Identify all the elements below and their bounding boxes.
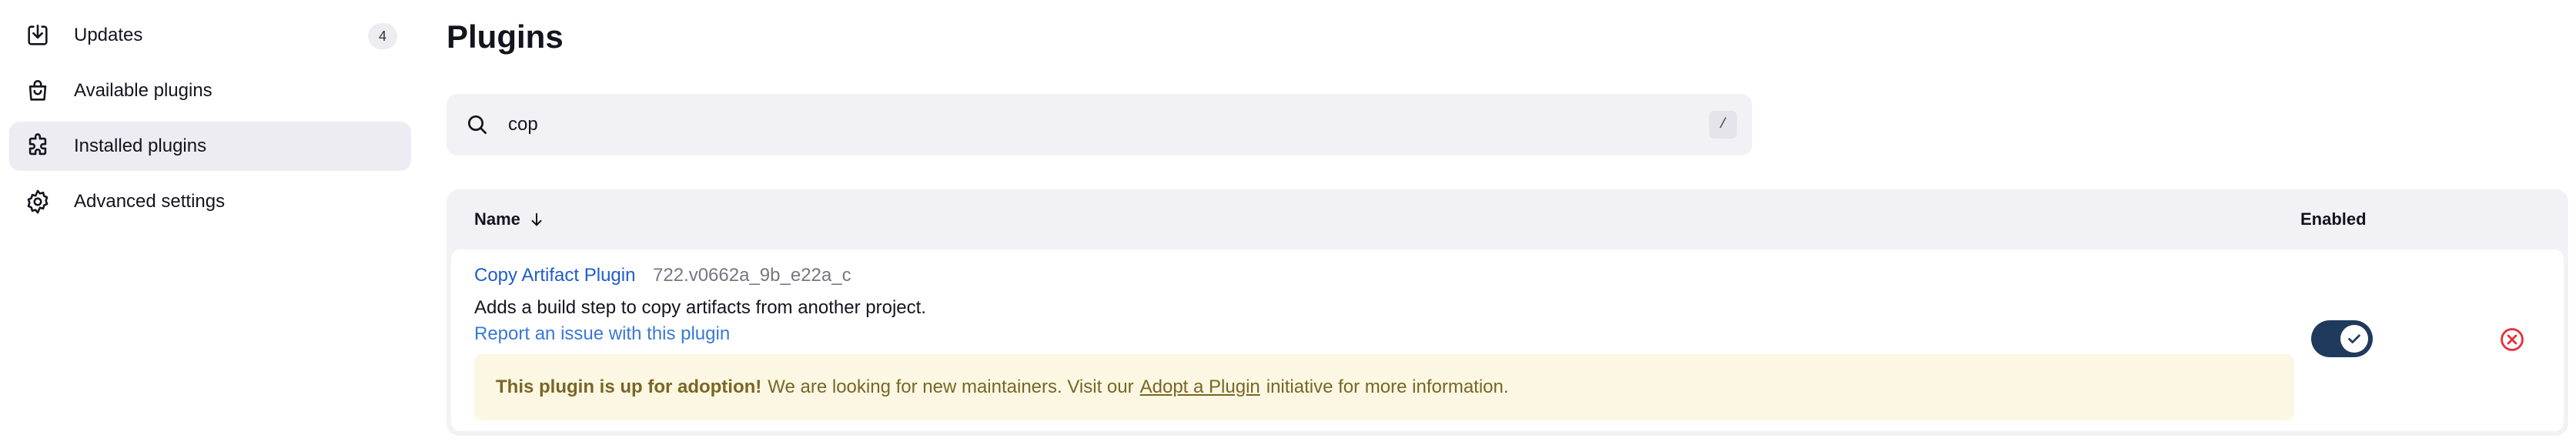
column-header-name[interactable]: Name — [474, 209, 545, 229]
sidebar-item-advanced-settings[interactable]: Advanced settings — [9, 177, 411, 226]
column-header-name-label: Name — [474, 209, 520, 229]
plugin-name-link[interactable]: Copy Artifact Plugin — [474, 265, 635, 286]
sidebar-item-installed-plugins[interactable]: Installed plugins — [9, 122, 411, 171]
download-icon — [25, 22, 51, 49]
sidebar-item-label: Updates — [74, 25, 143, 45]
installed-plugins-table: Name Enabled Copy Artifact Plugin 722.v0… — [447, 189, 2568, 436]
shopping-bag-icon — [25, 78, 51, 104]
adoption-notice-heading: This plugin is up for adoption! — [496, 376, 762, 397]
toggle-knob — [2340, 325, 2368, 353]
adopt-a-plugin-link[interactable]: Adopt a Plugin — [1140, 376, 1260, 398]
puzzle-icon — [25, 133, 51, 159]
column-header-enabled: Enabled — [2300, 209, 2367, 229]
adoption-notice-text-end: initiative for more information. — [1266, 376, 1509, 397]
search-input[interactable] — [508, 114, 1663, 136]
plugin-version: 722.v0662a_9b_e22a_c — [653, 265, 851, 286]
sidebar-item-updates[interactable]: Updates 4 — [9, 11, 411, 60]
sidebar-item-available-plugins[interactable]: Available plugins — [9, 66, 411, 115]
enabled-toggle[interactable] — [2311, 320, 2373, 357]
table-header: Name Enabled — [447, 189, 2568, 249]
sidebar: Updates 4 Available plugins Installed pl… — [9, 11, 411, 233]
gear-icon — [25, 189, 51, 215]
page-title: Plugins — [447, 18, 564, 55]
sidebar-item-label: Available plugins — [74, 80, 212, 101]
adoption-notice-text: We are looking for new maintainers. Visi… — [768, 376, 1134, 397]
arrow-down-icon — [531, 212, 542, 226]
updates-count-badge: 4 — [368, 23, 397, 49]
sidebar-item-label: Installed plugins — [74, 136, 207, 156]
table-row: Copy Artifact Plugin 722.v0662a_9b_e22a_… — [451, 249, 2564, 431]
search-shortcut-hint: / — [1709, 111, 1737, 139]
adoption-notice: This plugin is up for adoption! We are l… — [474, 354, 2294, 420]
search-bar[interactable]: / — [447, 94, 1752, 156]
plugin-description: Adds a build step to copy artifacts from… — [474, 297, 926, 318]
report-issue-link[interactable]: Report an issue with this plugin — [474, 323, 730, 345]
sidebar-item-label: Advanced settings — [74, 191, 226, 212]
plugin-manager-page: Updates 4 Available plugins Installed pl… — [0, 0, 2576, 445]
search-icon — [468, 115, 487, 134]
uninstall-x-circle-icon[interactable] — [2499, 326, 2525, 353]
checkmark-icon — [2348, 334, 2360, 343]
